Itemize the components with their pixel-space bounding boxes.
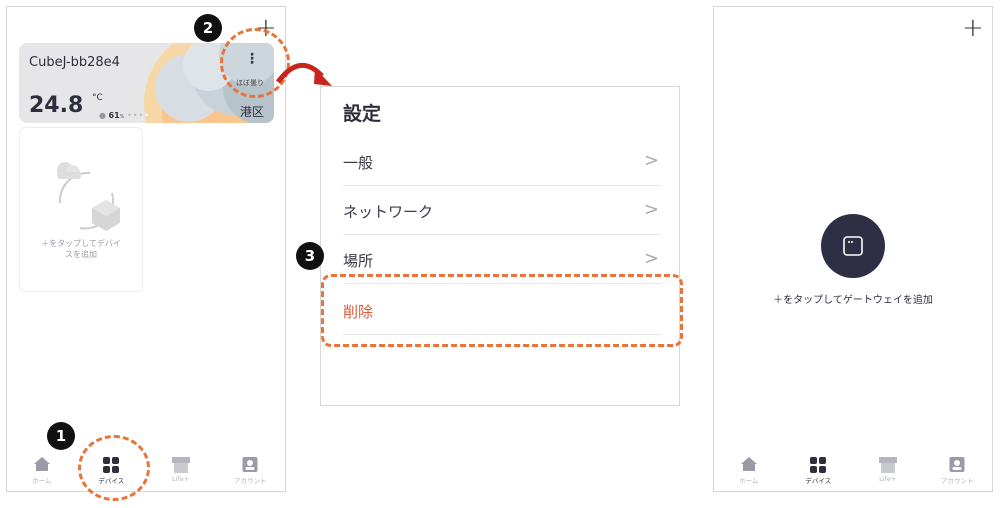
settings-panel: 設定 一般 > ネットワーク > 場所 > 削除 (320, 86, 680, 406)
tab-account-label: アカウント (234, 477, 267, 485)
page-dot-active: • (144, 111, 149, 120)
bottom-tab-bar: ホーム デバイス Life+ アカウント (714, 451, 992, 491)
settings-item-network[interactable]: ネットワーク > (343, 186, 661, 235)
add-device-card[interactable]: ＋をタップしてデバイスを追加 (19, 127, 143, 292)
store-icon (171, 457, 190, 473)
add-gateway-button[interactable]: + (962, 15, 984, 41)
settings-item-network-label: ネットワーク (343, 203, 434, 221)
tab-account-label: アカウント (941, 477, 974, 485)
add-device-hint: ＋をタップしてデバイスを追加 (41, 239, 121, 259)
temperature-unit: °C (92, 93, 103, 103)
droplet-icon: ● (99, 111, 106, 120)
device-name: CubeJ-bb28e4 (29, 55, 120, 70)
settings-item-general-label: 一般 (343, 154, 374, 172)
tab-life-label: Life+ (879, 475, 897, 483)
add-gateway-hint: ＋をタップしてゲートウェイを追加 (773, 295, 933, 306)
tab-home[interactable]: ホーム (7, 451, 77, 491)
tab-devices[interactable]: デバイス (784, 451, 854, 491)
settings-item-general[interactable]: 一般 > (343, 137, 661, 186)
gateway-screen: + ＋をタップしてゲートウェイを追加 ホーム デバイス Life+ アカウント (713, 6, 993, 492)
temperature-value: 24.8 (29, 93, 84, 118)
chevron-right-icon: > (643, 248, 659, 269)
area-label: 港区 (239, 105, 264, 119)
chevron-right-icon: > (643, 199, 659, 220)
tab-home[interactable]: ホーム (714, 451, 784, 491)
tab-life-label: Life+ (172, 475, 190, 483)
humidity-value: 61 (108, 111, 120, 120)
tab-life[interactable]: Life+ (146, 451, 216, 491)
add-device-illustration (57, 162, 120, 231)
store-icon (878, 457, 897, 473)
tab-account[interactable]: アカウント (216, 451, 286, 491)
tab-life[interactable]: Life+ (853, 451, 923, 491)
grid-icon (810, 457, 827, 473)
tab-home-label: ホーム (739, 477, 759, 485)
tab-account[interactable]: アカウント (923, 451, 993, 491)
home-icon (33, 457, 50, 471)
settings-title: 設定 (343, 103, 382, 125)
account-icon (949, 457, 965, 472)
step-2-badge: 2 (194, 14, 222, 42)
tab-devices-label: デバイス (805, 477, 832, 485)
arrow-to-settings-icon (275, 63, 332, 86)
account-icon (242, 457, 258, 472)
tab-home-label: ホーム (32, 477, 52, 485)
gateway-icon (843, 236, 863, 256)
chevron-right-icon: > (643, 150, 659, 171)
highlight-delete-item (321, 274, 683, 347)
settings-item-location-label: 場所 (343, 252, 374, 270)
humidity-unit: % (119, 114, 125, 120)
page-dots: ••• (126, 111, 145, 120)
highlight-devices-tab (78, 435, 150, 501)
step-1-badge: 1 (47, 422, 75, 450)
home-icon (740, 457, 757, 471)
add-gateway-circle-button[interactable] (821, 214, 885, 278)
humidity-readout: ● 61% •••• (99, 111, 149, 120)
step-3-badge: 3 (296, 242, 324, 270)
